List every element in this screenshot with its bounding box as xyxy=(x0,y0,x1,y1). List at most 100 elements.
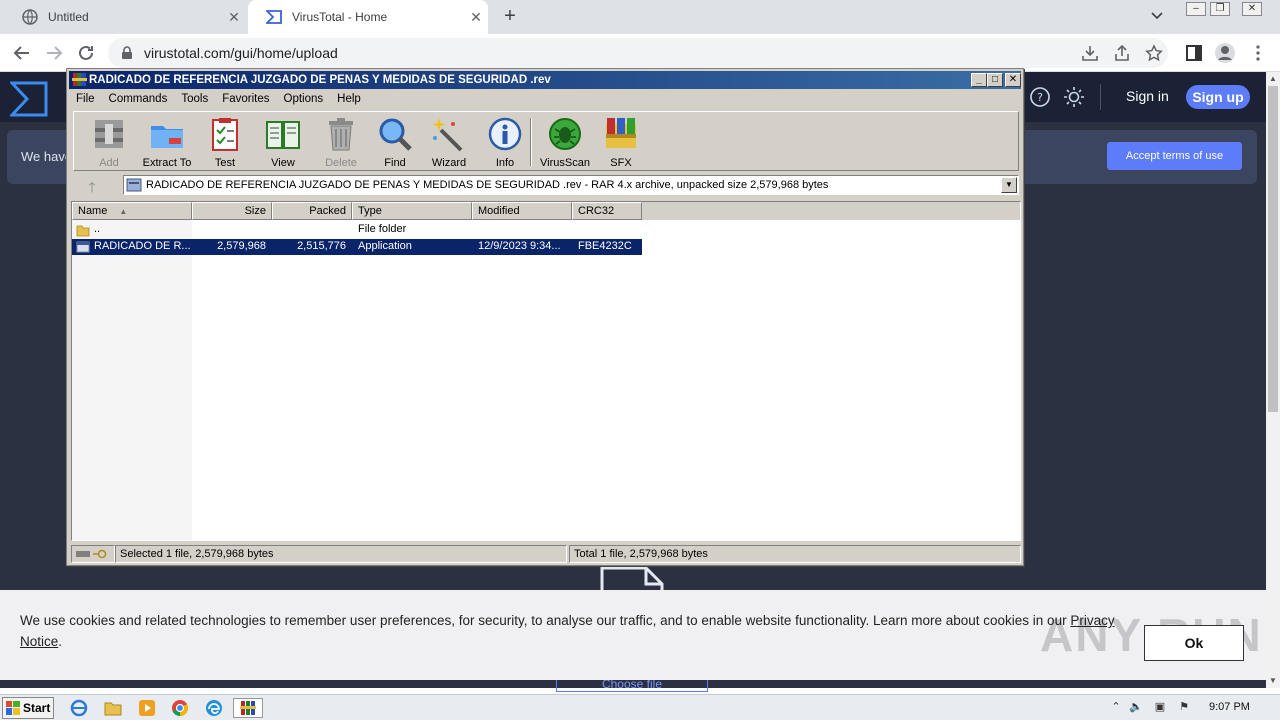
tab-untitled[interactable]: Untitled ✕ xyxy=(4,0,246,34)
edge-icon[interactable] xyxy=(203,698,225,718)
menu-icon[interactable] xyxy=(1247,42,1269,64)
sign-in-link[interactable]: Sign in xyxy=(1126,88,1169,104)
chevron-down-icon[interactable]: ▼ xyxy=(1001,177,1017,193)
sfx-button[interactable]: SFX xyxy=(592,116,650,170)
forward-icon[interactable] xyxy=(43,42,65,64)
archive-path-field[interactable]: RADICADO DE REFERENCIA JUZGADO DE PENAS … xyxy=(123,175,1019,195)
tool-label: VirusScan xyxy=(540,157,590,169)
winrar-close-button[interactable]: ✕ xyxy=(1005,73,1021,87)
volume-icon[interactable]: 🔈 xyxy=(1128,700,1144,716)
start-button[interactable]: Start xyxy=(2,697,54,719)
chevron-down-icon[interactable] xyxy=(1150,8,1170,26)
menu-commands[interactable]: Commands xyxy=(102,93,175,105)
column-name[interactable]: Name ▲ xyxy=(72,202,192,220)
chrome-icon[interactable] xyxy=(169,698,191,718)
help-icon[interactable]: ? xyxy=(1029,86,1051,108)
network-icon[interactable]: ▣ xyxy=(1152,700,1168,716)
reload-icon[interactable] xyxy=(75,42,97,64)
delete-button[interactable]: Delete xyxy=(312,116,370,170)
column-type[interactable]: Type xyxy=(352,202,472,220)
side-panel-icon[interactable] xyxy=(1183,42,1205,64)
toolbar-separator xyxy=(530,118,532,166)
tool-label: Add xyxy=(99,157,119,169)
virustotal-logo-icon[interactable] xyxy=(10,80,48,118)
media-player-icon[interactable] xyxy=(136,698,158,718)
system-tray: ⌃ 🔈 ▣ ⚑ xyxy=(1100,695,1280,720)
archive-path: RADICADO DE REFERENCIA JUZGADO DE PENAS … xyxy=(146,179,829,191)
address-bar[interactable]: virustotal.com/gui/home/upload xyxy=(108,38,1168,68)
menu-file[interactable]: File xyxy=(69,93,102,105)
profile-icon[interactable] xyxy=(1214,42,1236,64)
close-window-button[interactable]: ✕ xyxy=(1242,2,1262,16)
menu-help[interactable]: Help xyxy=(330,93,368,105)
application-icon xyxy=(76,241,90,253)
banner-text: We have xyxy=(21,149,73,164)
url-text: virustotal.com/gui/home/upload xyxy=(144,45,338,61)
tab-virustotal[interactable]: VirusTotal - Home ✕ xyxy=(248,0,488,34)
file-list: Name ▲ Size Packed Type Modified CRC32 ..… xyxy=(71,201,1021,541)
clock[interactable]: 9:07 PM xyxy=(1209,701,1250,713)
status-total: Total 1 file, 2,579,968 bytes xyxy=(569,545,1021,563)
cookie-ok-button[interactable]: Ok xyxy=(1144,625,1244,661)
accept-terms-button[interactable]: Accept terms of use xyxy=(1107,142,1242,170)
winrar-taskbar-icon[interactable] xyxy=(233,698,263,718)
globe-icon xyxy=(22,9,38,25)
sfx-icon xyxy=(606,118,636,148)
menu-tools[interactable]: Tools xyxy=(174,93,215,105)
find-button[interactable]: Find xyxy=(366,116,424,170)
wizard-button[interactable]: Wizard xyxy=(420,116,478,170)
page-scrollbar[interactable]: ▲ ▼ xyxy=(1266,72,1280,688)
new-tab-button[interactable]: + xyxy=(498,5,522,29)
tool-label: Find xyxy=(384,157,406,169)
table-row[interactable]: RADICADO DE R... 2,579,968 2,515,776 App… xyxy=(72,239,642,255)
delete-icon xyxy=(329,118,353,151)
menu-favorites[interactable]: Favorites xyxy=(215,93,276,105)
close-icon[interactable]: ✕ xyxy=(464,9,488,26)
folder-icon xyxy=(76,225,90,237)
column-crc32[interactable]: CRC32 xyxy=(572,202,642,220)
test-button[interactable]: Test xyxy=(196,116,254,170)
view-icon xyxy=(266,121,300,149)
status-selected: Selected 1 file, 2,579,968 bytes xyxy=(115,545,567,563)
view-button[interactable]: View xyxy=(254,116,312,170)
add-button[interactable]: Add xyxy=(80,116,138,170)
key-icon xyxy=(93,549,107,559)
winrar-maximize-button[interactable]: □ xyxy=(987,73,1003,87)
scroll-up-icon[interactable]: ▲ xyxy=(1266,72,1280,86)
extract-icon xyxy=(151,126,183,148)
tab-strip: Untitled ✕ VirusTotal - Home ✕ + – ❐ ✕ xyxy=(0,0,1280,34)
tool-label: Extract To xyxy=(142,157,192,169)
minimize-button[interactable]: – xyxy=(1186,2,1206,16)
column-modified[interactable]: Modified xyxy=(472,202,572,220)
extract-to-button[interactable]: Extract To xyxy=(138,116,196,170)
winrar-menubar: File Commands Tools Favorites Options He… xyxy=(69,89,1021,109)
menu-options[interactable]: Options xyxy=(277,93,331,105)
up-folder-icon[interactable]: 🡑 xyxy=(79,177,105,195)
install-icon[interactable] xyxy=(1079,42,1101,64)
info-button[interactable]: Info xyxy=(476,116,534,170)
tray-expand-icon[interactable]: ⌃ xyxy=(1108,700,1124,716)
share-icon[interactable] xyxy=(1111,42,1133,64)
taskbar: Start ⌃ 🔈 ▣ ⚑ 9:07 PM xyxy=(0,694,1280,720)
column-packed[interactable]: Packed xyxy=(272,202,352,220)
scroll-down-icon[interactable]: ▼ xyxy=(1266,674,1280,688)
column-size[interactable]: Size xyxy=(192,202,272,220)
close-icon[interactable]: ✕ xyxy=(222,9,246,26)
find-icon xyxy=(379,118,412,151)
tool-label: View xyxy=(271,157,295,169)
winrar-toolbar: Add Extract To Test View Delete Find Wiz… xyxy=(73,111,1019,171)
back-icon[interactable] xyxy=(11,42,33,64)
star-icon[interactable] xyxy=(1143,42,1165,64)
sign-up-button[interactable]: Sign up xyxy=(1186,85,1250,109)
test-icon xyxy=(212,118,238,151)
winrar-minimize-button[interactable]: _ xyxy=(971,73,987,87)
restore-button[interactable]: ❐ xyxy=(1210,2,1230,16)
theme-sun-icon[interactable] xyxy=(1063,86,1085,108)
flag-icon[interactable]: ⚑ xyxy=(1176,700,1192,716)
scroll-thumb[interactable] xyxy=(1268,86,1278,412)
winrar-titlebar[interactable]: RADICADO DE REFERENCIA JUZGADO DE PENAS … xyxy=(69,71,1021,89)
ie-icon[interactable] xyxy=(68,698,90,718)
table-row[interactable]: .. File folder xyxy=(72,222,642,238)
explorer-icon[interactable] xyxy=(102,698,124,718)
virusscan-button[interactable]: VirusScan xyxy=(536,116,594,170)
